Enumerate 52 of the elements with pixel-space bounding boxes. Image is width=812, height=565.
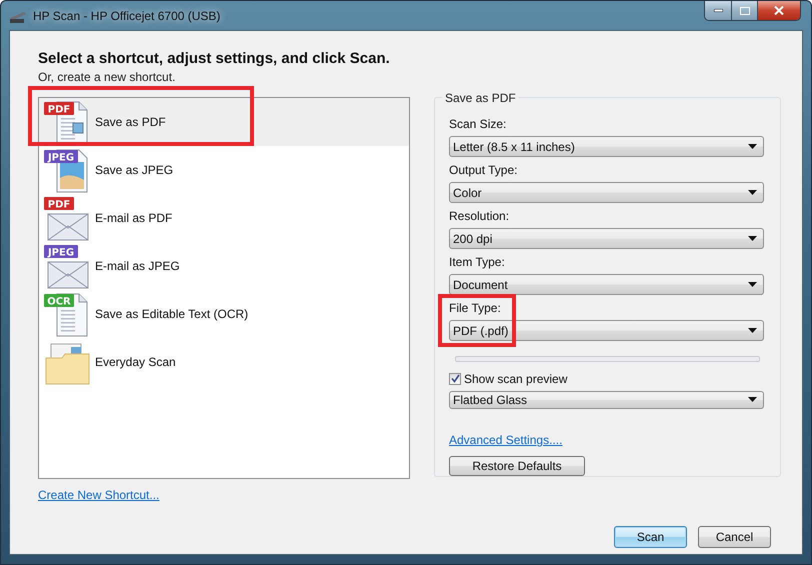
slider-track[interactable]: [455, 356, 760, 362]
shortcut-item[interactable]: PDF Save as PDF: [39, 98, 409, 146]
close-icon: [774, 6, 784, 15]
dropdown-arrow-icon: [748, 282, 757, 287]
create-shortcut-link[interactable]: Create New Shortcut...: [38, 488, 160, 502]
dropdown[interactable]: Color: [449, 182, 764, 203]
close-button[interactable]: [757, 1, 800, 20]
file-type-badge: PDF: [44, 102, 74, 116]
field-label: Output Type:: [449, 163, 518, 177]
checkbox-label: Show scan preview: [464, 372, 568, 386]
file-type-badge: OCR: [44, 294, 74, 308]
checkmark-icon: [450, 374, 460, 384]
instruction-heading: Select a shortcut, adjust settings, and click Scan.: [38, 50, 391, 68]
minimize-icon: [714, 9, 722, 12]
envelope-icon: [48, 214, 88, 240]
field-label: Resolution:: [449, 209, 510, 223]
folder-icon: [46, 344, 90, 384]
group-title: Save as PDF: [442, 91, 519, 105]
dropdown-arrow-icon: [748, 190, 757, 195]
dropdown-arrow-icon: [748, 236, 757, 241]
window-title: HP Scan - HP Officejet 6700 (USB): [33, 9, 220, 23]
dropdown[interactable]: PDF (.pdf): [449, 320, 764, 341]
maximize-icon: [740, 6, 750, 14]
shortcut-label: E-mail as JPEG: [95, 259, 180, 273]
dialog-button[interactable]: Cancel: [698, 526, 771, 548]
checkbox[interactable]: [449, 372, 461, 385]
shortcut-label: Save as PDF: [95, 115, 166, 129]
maximize-button[interactable]: [731, 1, 757, 20]
shortcut-label: Save as Editable Text (OCR): [95, 307, 248, 321]
dropdown-arrow-icon: [748, 144, 757, 149]
file-type-badge: PDF: [44, 197, 74, 210]
file-type-badge: JPEG: [44, 245, 78, 258]
dialog-button[interactable]: Scan: [614, 526, 687, 548]
dropdown[interactable]: Flatbed Glass: [449, 390, 764, 410]
shortcut-label: E-mail as PDF: [95, 211, 172, 225]
envelope-icon: [48, 262, 88, 288]
instruction-subheading: Or, create a new shortcut.: [38, 70, 176, 84]
dropdown[interactable]: Letter (8.5 x 11 inches): [449, 136, 764, 157]
minimize-button[interactable]: [705, 1, 731, 20]
restore-defaults-button[interactable]: Restore Defaults: [449, 456, 585, 476]
file-type-badge: JPEG: [44, 150, 78, 164]
dropdown[interactable]: 200 dpi: [449, 228, 764, 249]
scanner-icon: [9, 9, 27, 25]
field-label: File Type:: [449, 301, 501, 315]
advanced-settings-link[interactable]: Advanced Settings....: [449, 433, 562, 448]
dropdown[interactable]: Document: [449, 274, 764, 295]
field-label: Scan Size:: [449, 117, 506, 131]
field-label: Item Type:: [449, 255, 505, 269]
shortcut-label: Everyday Scan: [95, 355, 176, 369]
shortcut-label: Save as JPEG: [95, 163, 174, 177]
dropdown-arrow-icon: [748, 328, 757, 333]
dropdown-arrow-icon: [748, 397, 757, 402]
